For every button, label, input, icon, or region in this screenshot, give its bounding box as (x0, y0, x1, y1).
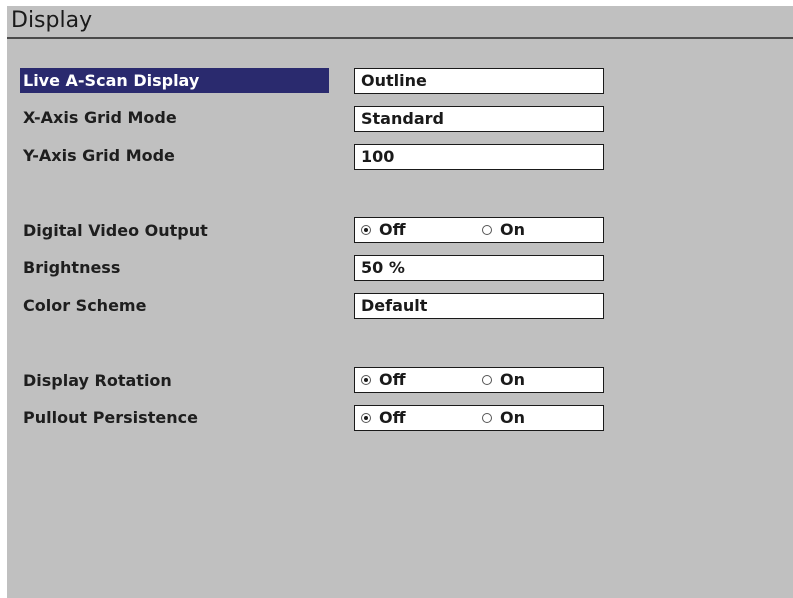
x-axis-grid-mode-value: Standard (361, 109, 444, 128)
live-ascan-display-field[interactable]: Outline (354, 68, 604, 94)
color-scheme-field[interactable]: Default (354, 293, 604, 319)
radio-unchecked-icon (482, 413, 492, 423)
pullout-persistence-on-option[interactable]: On (482, 409, 525, 427)
page-title: Display (11, 8, 93, 33)
radio-unchecked-icon (482, 225, 492, 235)
brightness-value: 50 % (361, 258, 405, 277)
display-rotation-label[interactable]: Display Rotation (20, 368, 172, 393)
pullout-persistence-label[interactable]: Pullout Persistence (20, 405, 198, 430)
digital-video-output-on-label: On (500, 220, 525, 239)
color-scheme-value: Default (361, 296, 428, 315)
pullout-persistence-field[interactable]: Off On (354, 405, 604, 431)
display-rotation-off-label: Off (379, 370, 406, 389)
digital-video-output-label[interactable]: Digital Video Output (20, 218, 208, 243)
radio-checked-icon (361, 413, 371, 423)
brightness-field[interactable]: 50 % (354, 255, 604, 281)
digital-video-output-off-option[interactable]: Off (361, 221, 406, 239)
display-rotation-off-option[interactable]: Off (361, 371, 406, 389)
y-axis-grid-mode-field[interactable]: 100 (354, 144, 604, 170)
digital-video-output-field[interactable]: Off On (354, 217, 604, 243)
digital-video-output-on-option[interactable]: On (482, 221, 525, 239)
brightness-label[interactable]: Brightness (20, 255, 120, 280)
y-axis-grid-mode-value: 100 (361, 147, 395, 166)
display-settings-screen: Display Live A-Scan Display Outline X-Ax… (7, 6, 793, 598)
radio-checked-icon (361, 225, 371, 235)
y-axis-grid-mode-label[interactable]: Y-Axis Grid Mode (20, 143, 175, 168)
display-rotation-field[interactable]: Off On (354, 367, 604, 393)
pullout-persistence-on-label: On (500, 408, 525, 427)
display-rotation-on-option[interactable]: On (482, 371, 525, 389)
radio-checked-icon (361, 375, 371, 385)
live-ascan-display-value: Outline (361, 71, 427, 90)
pullout-persistence-off-label: Off (379, 408, 406, 427)
live-ascan-display-label[interactable]: Live A-Scan Display (20, 68, 329, 93)
radio-unchecked-icon (482, 375, 492, 385)
title-bar: Display (7, 6, 793, 39)
x-axis-grid-mode-field[interactable]: Standard (354, 106, 604, 132)
x-axis-grid-mode-label[interactable]: X-Axis Grid Mode (20, 105, 177, 130)
display-rotation-on-label: On (500, 370, 525, 389)
color-scheme-label[interactable]: Color Scheme (20, 293, 146, 318)
digital-video-output-off-label: Off (379, 220, 406, 239)
pullout-persistence-off-option[interactable]: Off (361, 409, 406, 427)
